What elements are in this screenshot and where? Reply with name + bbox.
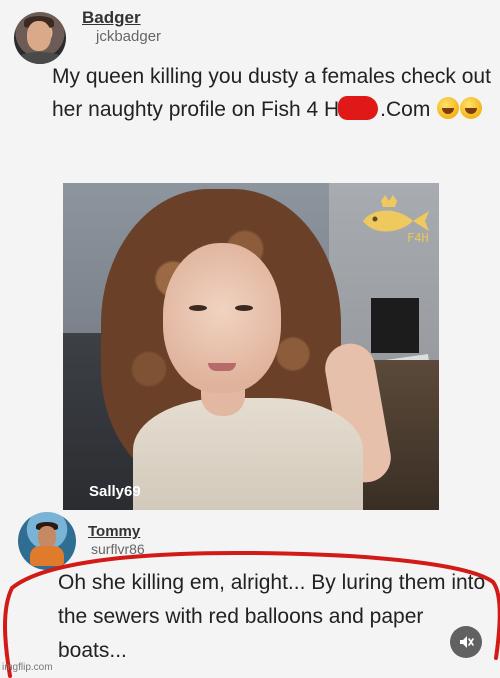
avatar-face (27, 21, 51, 51)
tommy-display-name[interactable]: Tommy (88, 523, 140, 540)
rofl-emoji-icon (460, 97, 483, 119)
photo-eye (189, 305, 207, 311)
redaction-mark (338, 96, 379, 120)
tommy-avatar[interactable] (18, 512, 76, 570)
profile-photo[interactable]: F4H Sally69 (63, 183, 439, 510)
photo-mouth (208, 363, 236, 371)
post-text-after-redaction: .Com (380, 98, 431, 121)
tommy-reply-text: Oh she killing em, alright... By luring … (58, 571, 486, 662)
photo-binder (371, 298, 419, 353)
watermark: imgflip.com (2, 662, 53, 673)
avatar-face (38, 526, 56, 548)
mute-button[interactable] (450, 626, 482, 658)
badger-post-text: My queen killing you dusty a females che… (52, 60, 498, 126)
avatar-shirt (30, 546, 64, 566)
badger-display-name[interactable]: Badger (82, 8, 141, 28)
photo-eye (235, 305, 253, 311)
rofl-emoji-icon (437, 97, 460, 119)
badger-handle[interactable]: jckbadger (96, 28, 161, 45)
badger-avatar[interactable] (14, 12, 66, 64)
photo-body (133, 398, 363, 510)
mute-icon (460, 636, 474, 648)
photo-username-label: Sally69 (89, 483, 141, 500)
tommy-handle[interactable]: surflvr86 (91, 541, 145, 557)
f4h-logo-text: F4H (407, 231, 429, 245)
